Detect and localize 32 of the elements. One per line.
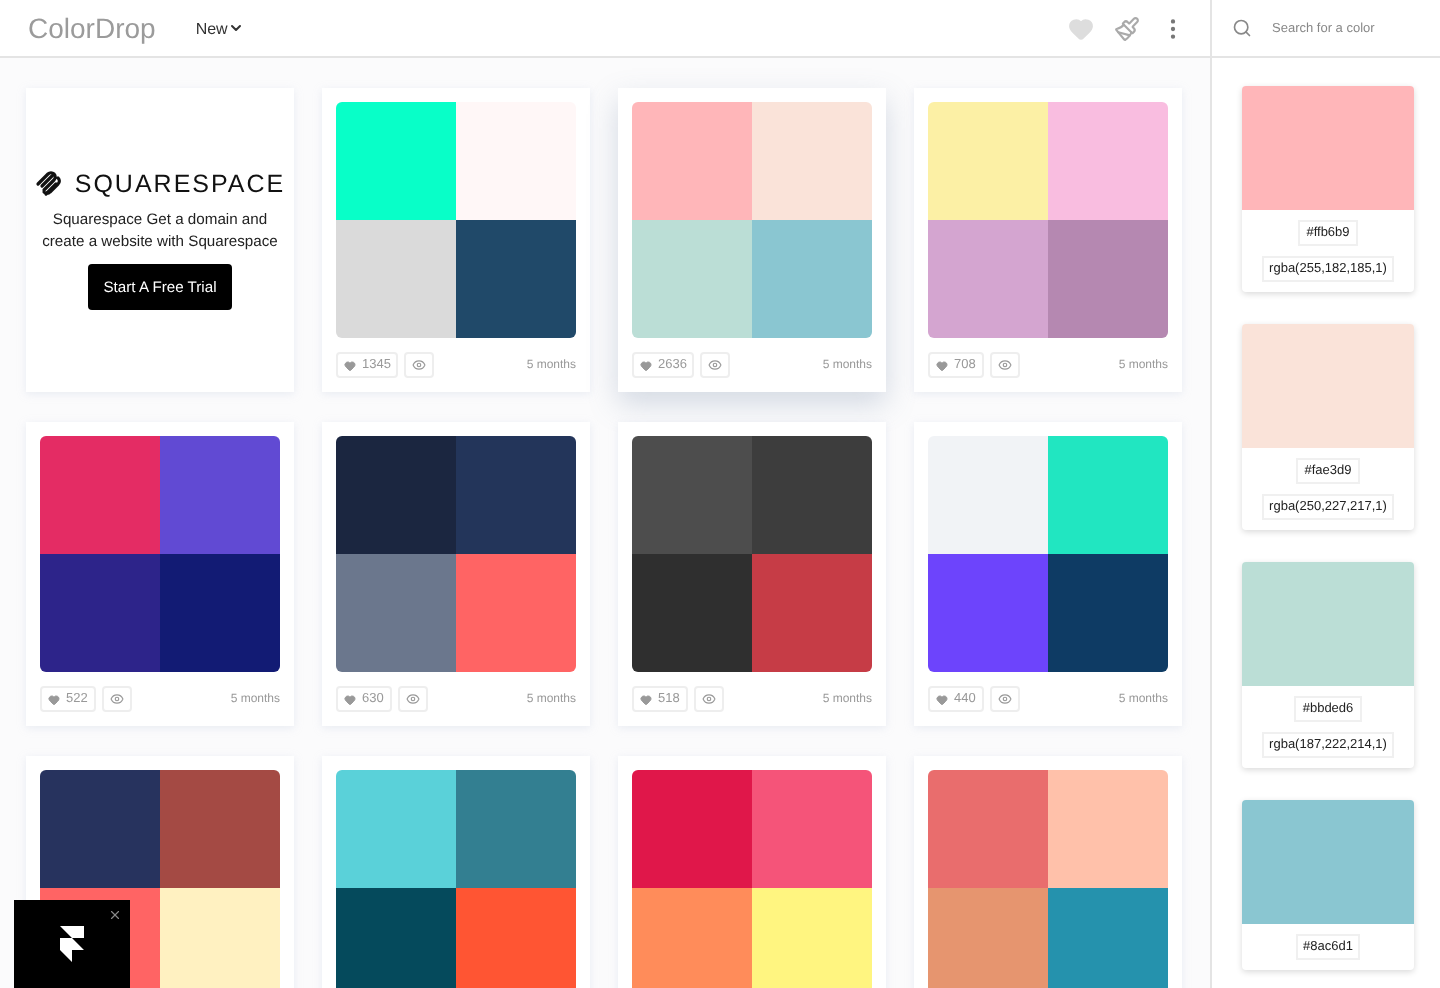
close-icon[interactable] (108, 908, 122, 922)
heart-icon (344, 359, 356, 371)
heart-icon (936, 693, 948, 705)
brand-name: SQUARESPACE (74, 170, 286, 199)
palette-card[interactable] (322, 756, 590, 988)
heart-icon (936, 359, 948, 371)
eye-icon (708, 358, 723, 372)
view-button[interactable] (404, 352, 435, 378)
heart-icon (640, 359, 652, 371)
eye-icon (997, 692, 1012, 706)
eye-icon (109, 692, 124, 706)
view-button[interactable] (989, 352, 1020, 378)
chevron-down-icon (227, 20, 244, 36)
view-button[interactable] (700, 352, 731, 378)
heart-icon (344, 693, 356, 705)
view-button[interactable] (693, 686, 724, 712)
search-icon (1232, 18, 1252, 38)
heart-icon[interactable] (1068, 15, 1094, 41)
heart-icon (48, 693, 60, 705)
heart-icon (640, 693, 652, 705)
eye-icon (997, 358, 1012, 372)
view-button[interactable] (989, 686, 1020, 712)
app-logo: ColorDrop (28, 12, 156, 44)
squarespace-logo-icon (34, 170, 67, 199)
framer-logo-icon (60, 926, 84, 962)
eye-icon (701, 692, 716, 706)
brush-icon[interactable] (1114, 15, 1140, 41)
eye-icon (405, 692, 420, 706)
view-button[interactable] (397, 686, 428, 712)
view-button[interactable] (101, 686, 132, 712)
sort-dropdown[interactable]: New (195, 19, 244, 37)
eye-icon (412, 358, 427, 372)
